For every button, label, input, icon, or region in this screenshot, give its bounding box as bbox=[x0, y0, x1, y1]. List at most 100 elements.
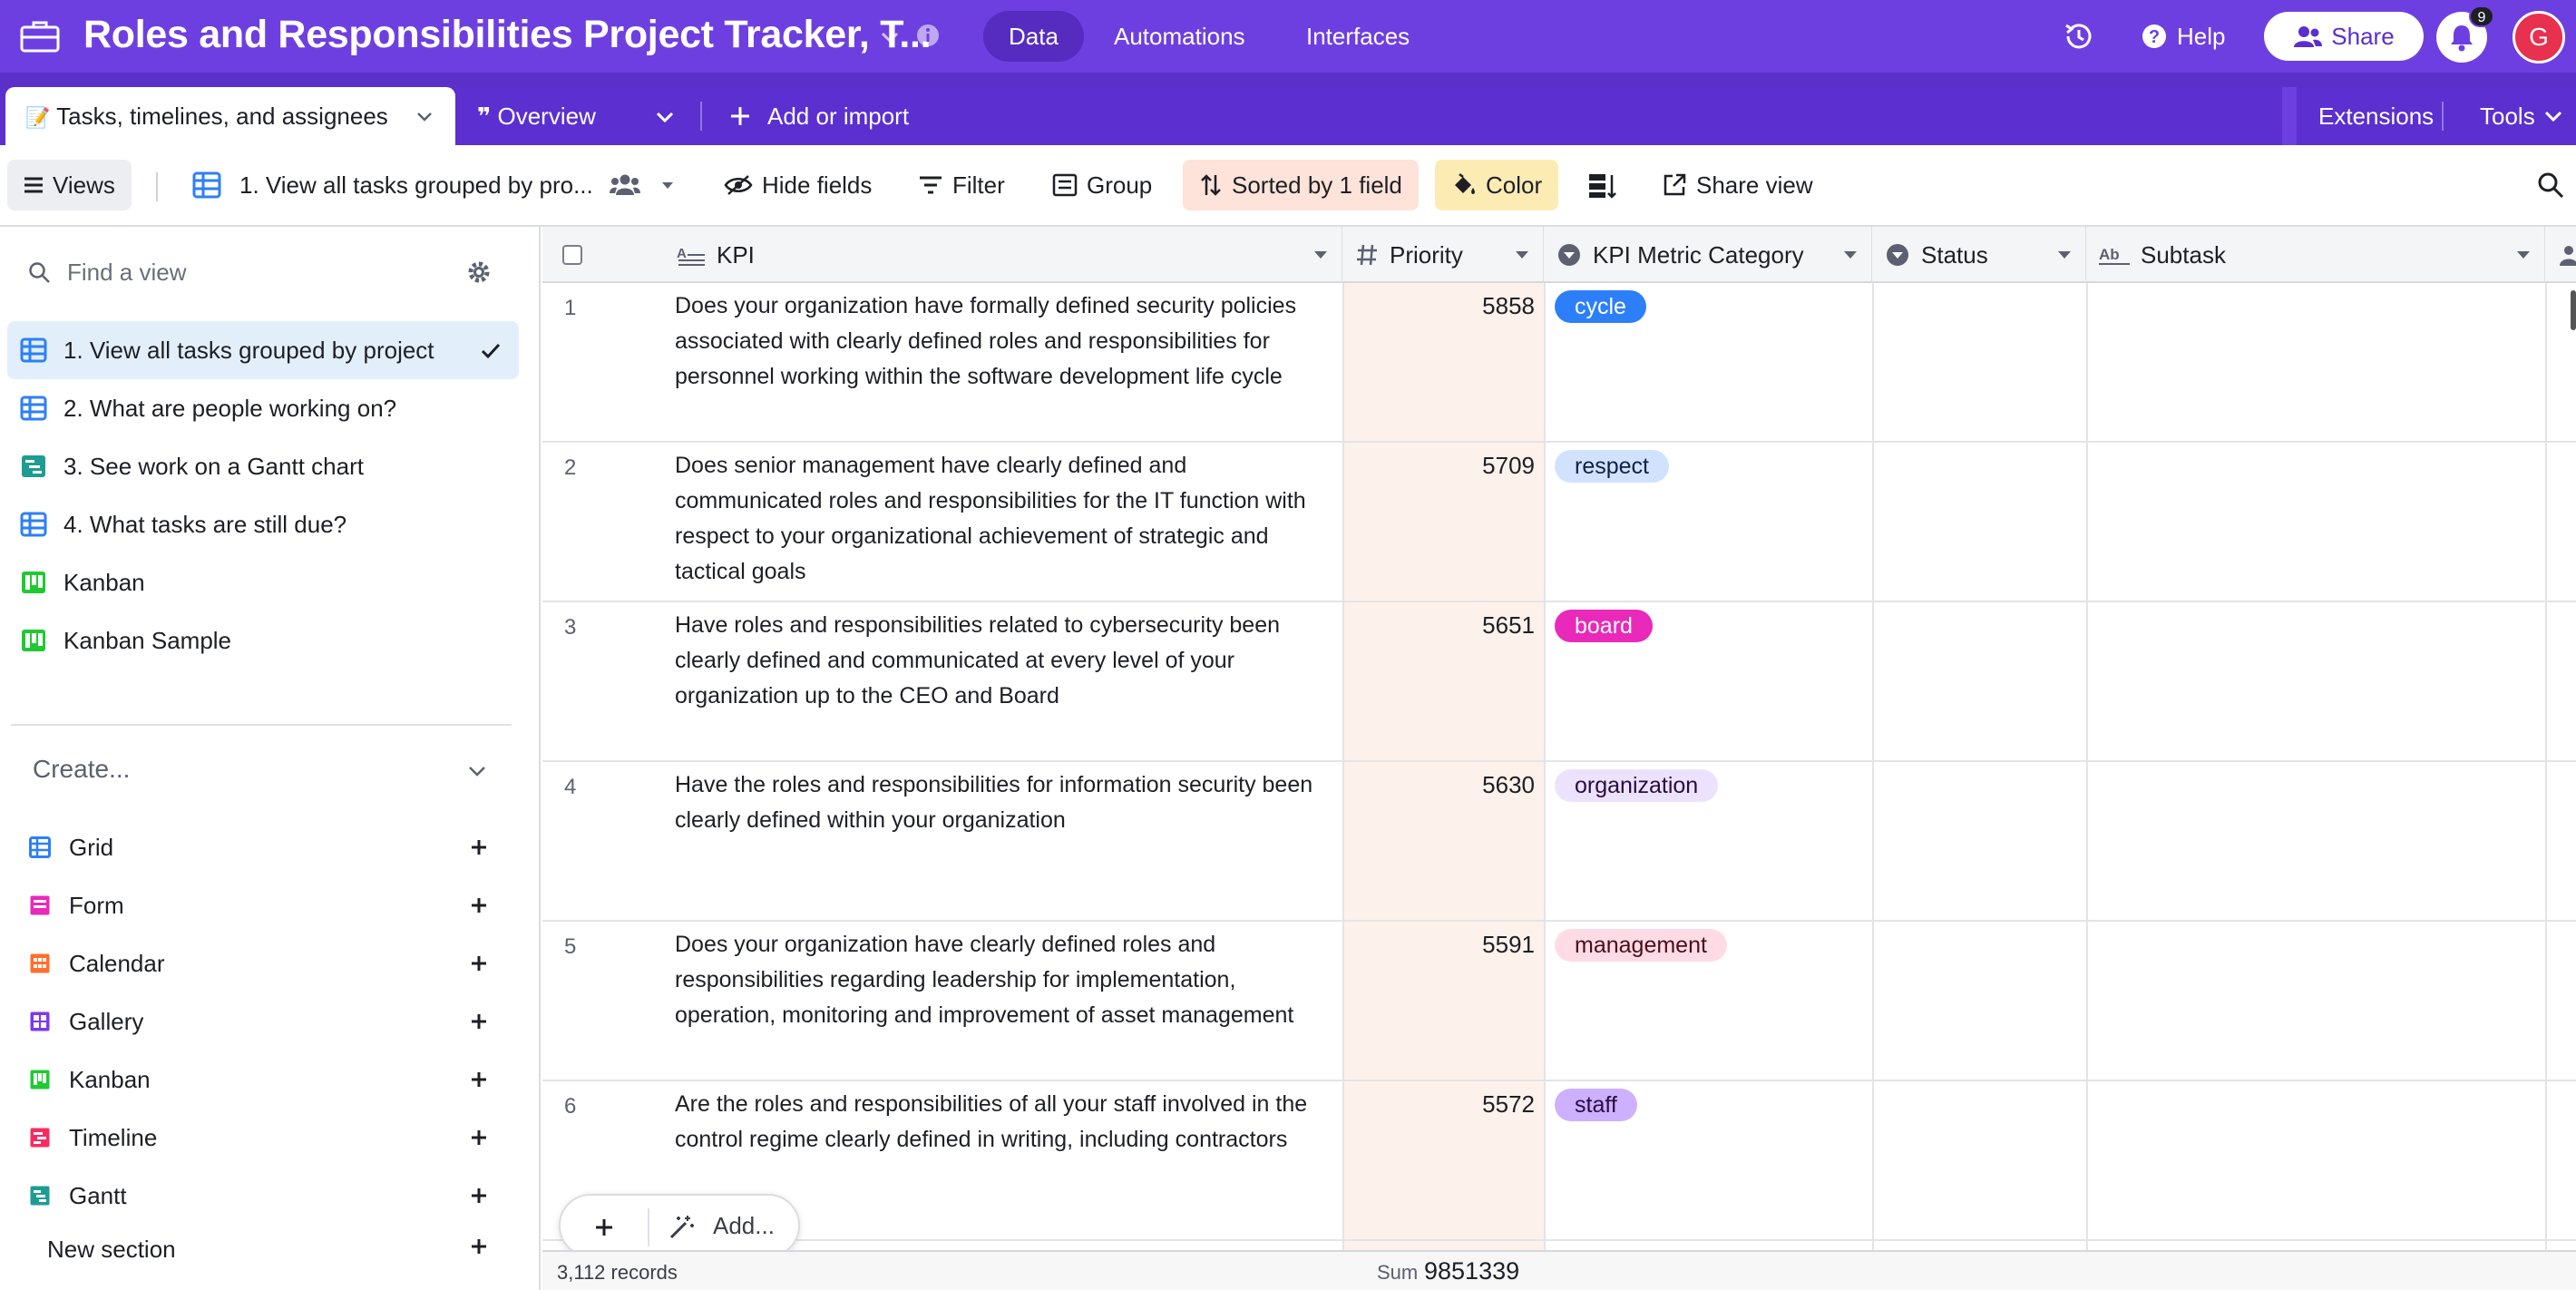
sort-button[interactable]: Sorted by 1 field bbox=[1183, 160, 1419, 210]
sidebar-view-3[interactable]: 3. See work on a Gantt chart bbox=[7, 437, 519, 495]
sidebar-view-label: 4. What tasks are still due? bbox=[63, 510, 347, 538]
create-gallery[interactable]: Gallery bbox=[29, 1000, 519, 1043]
sidebar-view-2[interactable]: 2. What are people working on? bbox=[7, 379, 519, 437]
extensions-button[interactable]: Extensions bbox=[2318, 87, 2434, 145]
add-label[interactable]: Add... bbox=[713, 1212, 775, 1240]
kpi-cell[interactable]: Have the roles and responsibilities for … bbox=[675, 767, 1337, 838]
sidebar-view-4[interactable]: 4. What tasks are still due? bbox=[7, 495, 519, 553]
color-button[interactable]: Color bbox=[1435, 160, 1559, 210]
notification-badge: 9 bbox=[2469, 5, 2494, 27]
create-calendar[interactable]: Calendar bbox=[29, 942, 519, 985]
table-row[interactable]: 3 Have roles and responsibilities relate… bbox=[542, 602, 2576, 762]
hide-fields-button[interactable]: Hide fields bbox=[724, 160, 872, 210]
summary-value[interactable]: 9851339 bbox=[1424, 1257, 1519, 1285]
summary-label[interactable]: Sum bbox=[1377, 1261, 1418, 1285]
priority-cell[interactable]: 5858 bbox=[1342, 288, 1535, 324]
current-view-label: 1. View all tasks grouped by pro... bbox=[239, 171, 593, 199]
chevron-down-icon[interactable] bbox=[414, 105, 435, 127]
select-all-checkbox[interactable] bbox=[562, 245, 582, 265]
column-header-subtask[interactable]: Ab Subtask bbox=[2086, 227, 2545, 283]
add-or-import-button[interactable]: Add or import bbox=[729, 87, 909, 145]
search-icon bbox=[29, 262, 50, 283]
nav-automations[interactable]: Automations bbox=[1114, 11, 1245, 62]
find-view-search[interactable]: Find a view bbox=[27, 256, 187, 288]
category-pill[interactable]: management bbox=[1555, 929, 1727, 962]
svg-text:?: ? bbox=[2149, 27, 2160, 47]
horizontal-scroll-handle[interactable] bbox=[2571, 290, 2576, 330]
sidebar-view-1[interactable]: 1. View all tasks grouped by project bbox=[7, 321, 519, 379]
kpi-cell[interactable]: Does your organization have formally def… bbox=[675, 288, 1337, 395]
row-number: 5 bbox=[564, 934, 577, 959]
category-pill[interactable]: board bbox=[1555, 610, 1653, 642]
timeline-icon bbox=[30, 1128, 50, 1148]
chevron-down-icon[interactable] bbox=[464, 758, 490, 784]
create-section-title[interactable]: Create... bbox=[33, 755, 130, 784]
base-title[interactable]: Roles and Responsibilities Project Track… bbox=[83, 13, 932, 57]
plus-icon[interactable] bbox=[466, 1234, 492, 1259]
column-header-status[interactable]: Status bbox=[1872, 227, 2086, 283]
create-kanban[interactable]: Kanban bbox=[29, 1058, 519, 1101]
priority-cell[interactable]: 5709 bbox=[1342, 448, 1535, 484]
share-view-button[interactable]: Share view bbox=[1662, 160, 1813, 210]
add-record-plus-icon[interactable] bbox=[591, 1215, 617, 1240]
group-button[interactable]: Group bbox=[1052, 160, 1152, 210]
filter-icon bbox=[920, 176, 942, 194]
create-grid[interactable]: Grid bbox=[29, 826, 519, 869]
column-header-label: Priority bbox=[1390, 241, 1463, 269]
current-view-selector[interactable]: 1. View all tasks grouped by pro... bbox=[192, 160, 677, 210]
more-tables-chevron-icon[interactable] bbox=[653, 105, 677, 129]
column-header-kpi[interactable]: A KPI bbox=[664, 227, 1342, 283]
sidebar-view-kanban-sample[interactable]: Kanban Sample bbox=[7, 611, 519, 669]
plus-icon bbox=[472, 1130, 486, 1145]
new-section-button[interactable]: New section bbox=[47, 1236, 176, 1264]
help-button[interactable]: ? Help bbox=[2141, 20, 2225, 53]
add-or-import-label: Add or import bbox=[767, 103, 910, 130]
table-row[interactable]: 1 Does your organization have formally d… bbox=[542, 283, 2576, 443]
tab-overview[interactable]: ❞ Overview bbox=[477, 87, 596, 145]
tools-button[interactable]: Tools bbox=[2480, 87, 2564, 145]
gear-icon[interactable] bbox=[466, 259, 492, 285]
table-row[interactable]: 6 Are the roles and responsibilities of … bbox=[542, 1081, 2576, 1241]
chevron-down-icon[interactable] bbox=[876, 24, 903, 51]
table-row[interactable]: 2 Does senior management have clearly de… bbox=[542, 443, 2576, 602]
create-form[interactable]: Form bbox=[29, 884, 519, 927]
info-icon[interactable] bbox=[914, 22, 942, 49]
plus-icon bbox=[472, 898, 486, 913]
priority-cell[interactable]: 5591 bbox=[1342, 927, 1535, 963]
nav-data[interactable]: Data bbox=[983, 11, 1084, 62]
kpi-cell[interactable]: Does your organization have clearly defi… bbox=[675, 927, 1337, 1033]
category-pill[interactable]: staff bbox=[1555, 1089, 1637, 1121]
sidebar-view-kanban[interactable]: Kanban bbox=[7, 553, 519, 611]
history-icon[interactable] bbox=[2063, 20, 2095, 53]
views-toggle-button[interactable]: Views bbox=[7, 160, 132, 210]
memo-icon: 📝 bbox=[25, 106, 51, 129]
category-pill[interactable]: cycle bbox=[1555, 290, 1646, 323]
create-gantt[interactable]: Gantt bbox=[29, 1174, 519, 1217]
nav-interfaces[interactable]: Interfaces bbox=[1306, 11, 1410, 62]
base-icon[interactable] bbox=[20, 20, 60, 53]
category-pill[interactable]: organization bbox=[1555, 769, 1719, 802]
avatar[interactable]: G bbox=[2513, 11, 2565, 64]
number-icon bbox=[1357, 244, 1377, 266]
kpi-cell[interactable]: Does senior management have clearly defi… bbox=[675, 448, 1337, 590]
column-header-kpi-metric-category[interactable]: KPI Metric Category bbox=[1544, 227, 1872, 283]
category-pill[interactable]: respect bbox=[1555, 450, 1669, 483]
table-row[interactable]: 5 Does your organization have clearly de… bbox=[542, 922, 2576, 1081]
priority-cell[interactable]: 5630 bbox=[1342, 767, 1535, 803]
share-button[interactable]: Share bbox=[2264, 12, 2424, 61]
magic-wand-icon[interactable] bbox=[668, 1214, 695, 1241]
filter-button[interactable]: Filter bbox=[918, 160, 1005, 210]
kpi-cell[interactable]: Have roles and responsibilities related … bbox=[675, 608, 1337, 714]
tab-overview-label: Overview bbox=[497, 103, 596, 130]
tab-tasks-timelines-assignees[interactable]: 📝 Tasks, timelines, and assignees bbox=[5, 87, 455, 145]
column-header-next[interactable] bbox=[2545, 227, 2576, 283]
kpi-cell[interactable]: Are the roles and responsibilities of al… bbox=[675, 1087, 1337, 1158]
row-number: 3 bbox=[564, 615, 577, 640]
priority-cell[interactable]: 5572 bbox=[1342, 1087, 1535, 1122]
column-header-priority[interactable]: Priority bbox=[1342, 227, 1544, 283]
create-timeline[interactable]: Timeline bbox=[29, 1116, 519, 1159]
priority-cell[interactable]: 5651 bbox=[1342, 608, 1535, 643]
search-icon[interactable] bbox=[2536, 171, 2565, 200]
row-height-icon[interactable] bbox=[1587, 172, 1616, 200]
table-row[interactable]: 4 Have the roles and responsibilities fo… bbox=[542, 762, 2576, 922]
